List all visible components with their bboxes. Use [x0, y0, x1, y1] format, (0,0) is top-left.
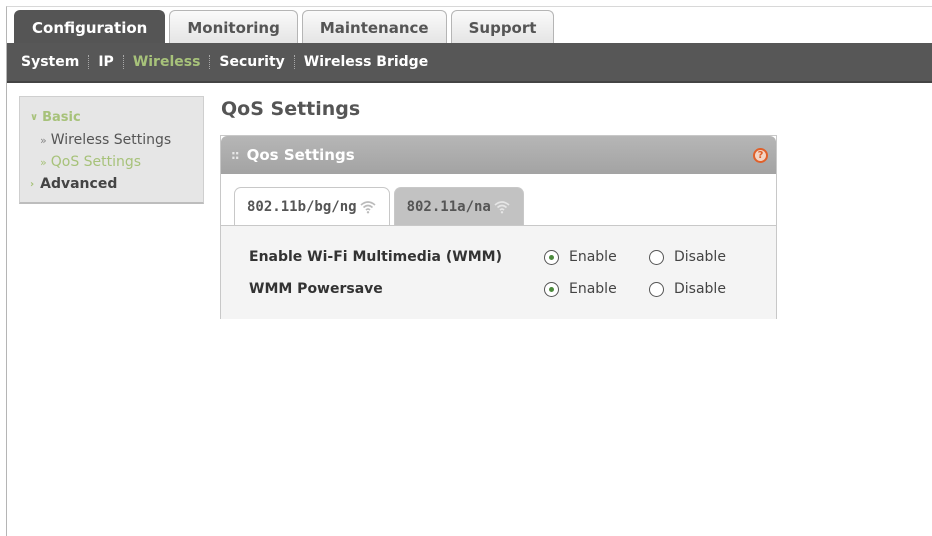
- menu-item-wireless-settings[interactable]: » Wireless Settings: [40, 131, 203, 149]
- double-chevron-icon: »: [40, 133, 47, 147]
- wmm-powersave-disable-radio[interactable]: Disable: [649, 281, 726, 297]
- radio-label: Disable: [674, 249, 726, 265]
- qos-panel: :: Qos Settings ? 802.11b/bg/ng 802.11a/…: [220, 135, 777, 319]
- radio-checked-icon: [544, 249, 559, 265]
- radio-label: Enable: [569, 281, 617, 297]
- menu-item-label: Wireless Settings: [50, 132, 172, 148]
- panel-title: Qos Settings: [246, 146, 355, 164]
- subnav-wireless[interactable]: Wireless: [133, 54, 201, 70]
- menu-basic-label: Basic: [42, 109, 81, 125]
- tab-monitoring[interactable]: Monitoring: [169, 10, 298, 44]
- subnav-divider: [88, 55, 90, 69]
- wmm-row: Enable Wi-Fi Multimedia (WMM) Enable Dis…: [249, 247, 726, 267]
- top-tab-bar: Configuration Monitoring Maintenance Sup…: [14, 10, 555, 44]
- radio-unchecked-icon: [649, 249, 664, 265]
- subnav-wireless-bridge[interactable]: Wireless Bridge: [304, 54, 428, 70]
- radio-checked-icon: [544, 281, 559, 297]
- subnav-divider: [209, 55, 211, 69]
- chevron-down-icon: ∨: [30, 111, 39, 123]
- page-title: QoS Settings: [221, 98, 361, 120]
- subnav-divider: [293, 55, 295, 69]
- wmm-label: Enable Wi-Fi Multimedia (WMM): [249, 249, 502, 265]
- subnav-divider: [122, 55, 124, 69]
- wifi-icon: [494, 200, 510, 213]
- chevron-right-icon: ›: [30, 178, 35, 190]
- wmm-powersave-label: WMM Powersave: [249, 281, 383, 297]
- tab-configuration[interactable]: Configuration: [14, 10, 166, 44]
- help-icon[interactable]: ?: [753, 148, 768, 163]
- menu-item-label: QoS Settings: [50, 154, 142, 170]
- tab-maintenance[interactable]: Maintenance: [301, 10, 447, 44]
- grip-dots-icon: ::: [231, 148, 240, 162]
- wmm-disable-radio[interactable]: Disable: [649, 249, 726, 265]
- tab-support[interactable]: Support: [450, 10, 555, 44]
- wifi-icon: [360, 200, 376, 213]
- sub-navigation: System IP Wireless Security Wireless Bri…: [7, 43, 932, 83]
- menu-advanced-label: Advanced: [40, 176, 118, 192]
- radio-label: Enable: [569, 249, 617, 265]
- menu-item-qos-settings[interactable]: » QoS Settings: [40, 153, 203, 171]
- band-tab-label: 802.11a/na: [406, 198, 491, 215]
- wmm-powersave-enable-radio[interactable]: Enable: [544, 281, 649, 297]
- tab-content: Enable Wi-Fi Multimedia (WMM) Enable Dis…: [221, 225, 776, 319]
- band-tab-bar: 802.11b/bg/ng 802.11a/na: [234, 187, 524, 225]
- tab-802-11a-na[interactable]: 802.11a/na: [393, 187, 524, 225]
- band-tab-label: 802.11b/bg/ng: [247, 198, 357, 215]
- subnav-security[interactable]: Security: [219, 54, 284, 70]
- subnav-ip[interactable]: IP: [98, 54, 113, 70]
- subnav-system[interactable]: System: [21, 54, 79, 70]
- wmm-enable-radio[interactable]: Enable: [544, 249, 649, 265]
- menu-basic[interactable]: ∨ Basic: [30, 109, 203, 125]
- radio-unchecked-icon: [649, 281, 664, 297]
- wmm-powersave-row: WMM Powersave Enable Disable: [249, 279, 726, 299]
- double-chevron-icon: »: [40, 155, 47, 169]
- left-menu: ∨ Basic » Wireless Settings » QoS Settin…: [19, 96, 204, 204]
- tab-802-11b-bg-ng[interactable]: 802.11b/bg/ng: [234, 187, 390, 225]
- menu-advanced[interactable]: › Advanced: [30, 175, 203, 193]
- panel-header: :: Qos Settings ?: [221, 136, 776, 174]
- radio-label: Disable: [674, 281, 726, 297]
